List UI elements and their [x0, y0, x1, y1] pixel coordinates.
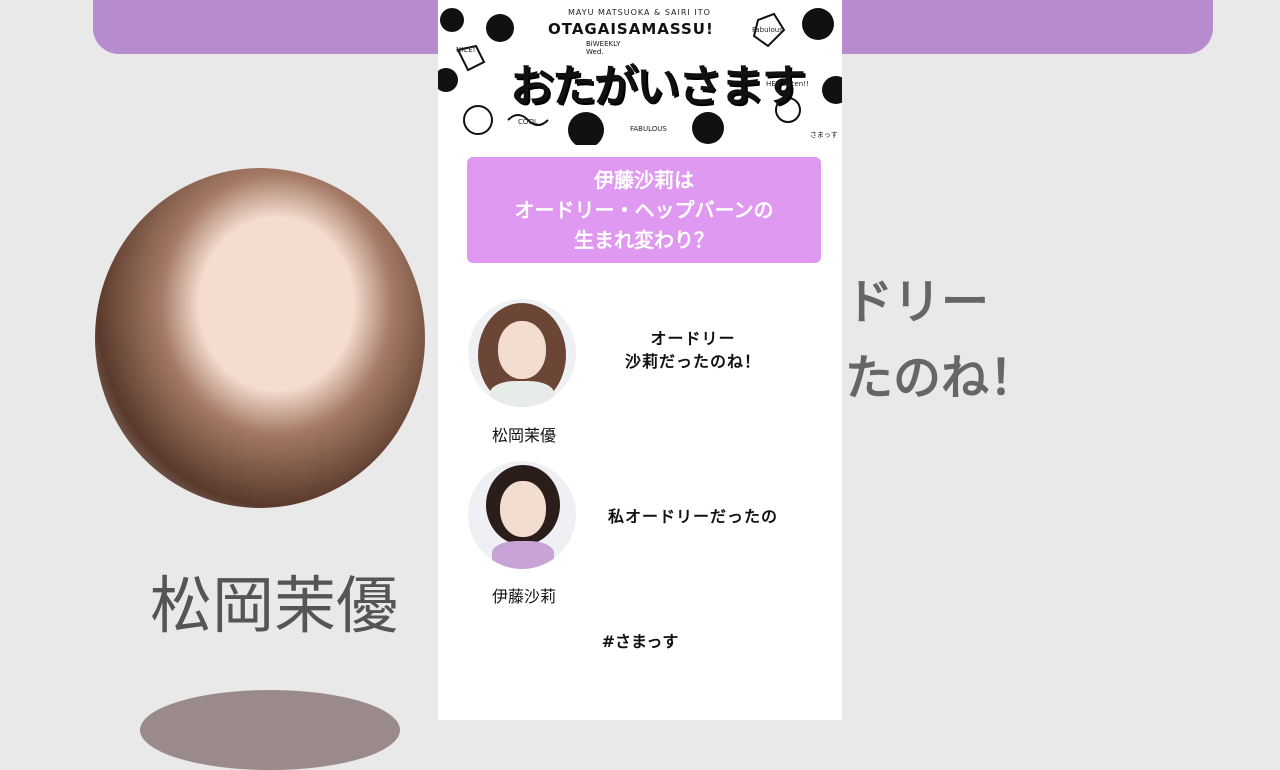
header-artwork: MAYU MATSUOKA & SAIRI ITO OTAGAISAMASSU!…: [438, 0, 842, 145]
weekly-line1: BiWEEKLY: [586, 40, 621, 48]
doodle-fabulous-2: Fabulous: [752, 26, 783, 34]
bg-avatar-large: [95, 168, 425, 508]
quote-1-line1: オードリー: [650, 329, 736, 348]
avatar-matsuoka: [468, 299, 576, 407]
show-logo: おたがいさます: [510, 61, 806, 112]
quote-1: オードリー 沙莉だったのね！: [608, 327, 778, 373]
doodle-samassu: さまっす: [810, 131, 838, 139]
quote-1-line2: 沙莉だったのね！: [624, 352, 761, 371]
hashtag: #さまっす: [601, 632, 679, 651]
bg-avatar-partial: [140, 690, 400, 770]
doodle-nice: NICE!: [456, 46, 476, 54]
speaker-name-1: 松岡茉優: [491, 426, 556, 445]
quote-2: 私オードリーだったの: [588, 505, 798, 528]
header-subtitle: MAYU MATSUOKA & SAIRI ITO: [568, 8, 711, 17]
avatar-ito: [468, 461, 576, 569]
bg-speaker-name: 松岡茉優: [150, 569, 399, 642]
header-english-title: OTAGAISAMASSU!: [548, 20, 714, 38]
doodle-fabulous: FABULOUS: [630, 125, 667, 133]
bg-quote-line2: たのね！: [845, 350, 1038, 406]
title-line3: 生まれ変わり？: [574, 228, 714, 252]
bg-quote-line1: ドリー: [845, 274, 990, 330]
doodle-cool: COOL: [518, 118, 538, 126]
content-panel: MAYU MATSUOKA & SAIRI ITO OTAGAISAMASSU!…: [438, 0, 842, 720]
speaker-name-2: 伊藤沙莉: [491, 587, 556, 606]
title-line1: 伊藤沙莉は: [594, 168, 694, 192]
quote-2-line1: 私オードリーだったの: [607, 507, 778, 526]
episode-title-box: 伊藤沙莉は オードリー・ヘップバーンの 生まれ変わり？: [467, 157, 821, 263]
doodle-hey-listen: HEY Listen!!: [766, 80, 809, 88]
title-line2: オードリー・ヘップバーンの: [514, 198, 774, 222]
